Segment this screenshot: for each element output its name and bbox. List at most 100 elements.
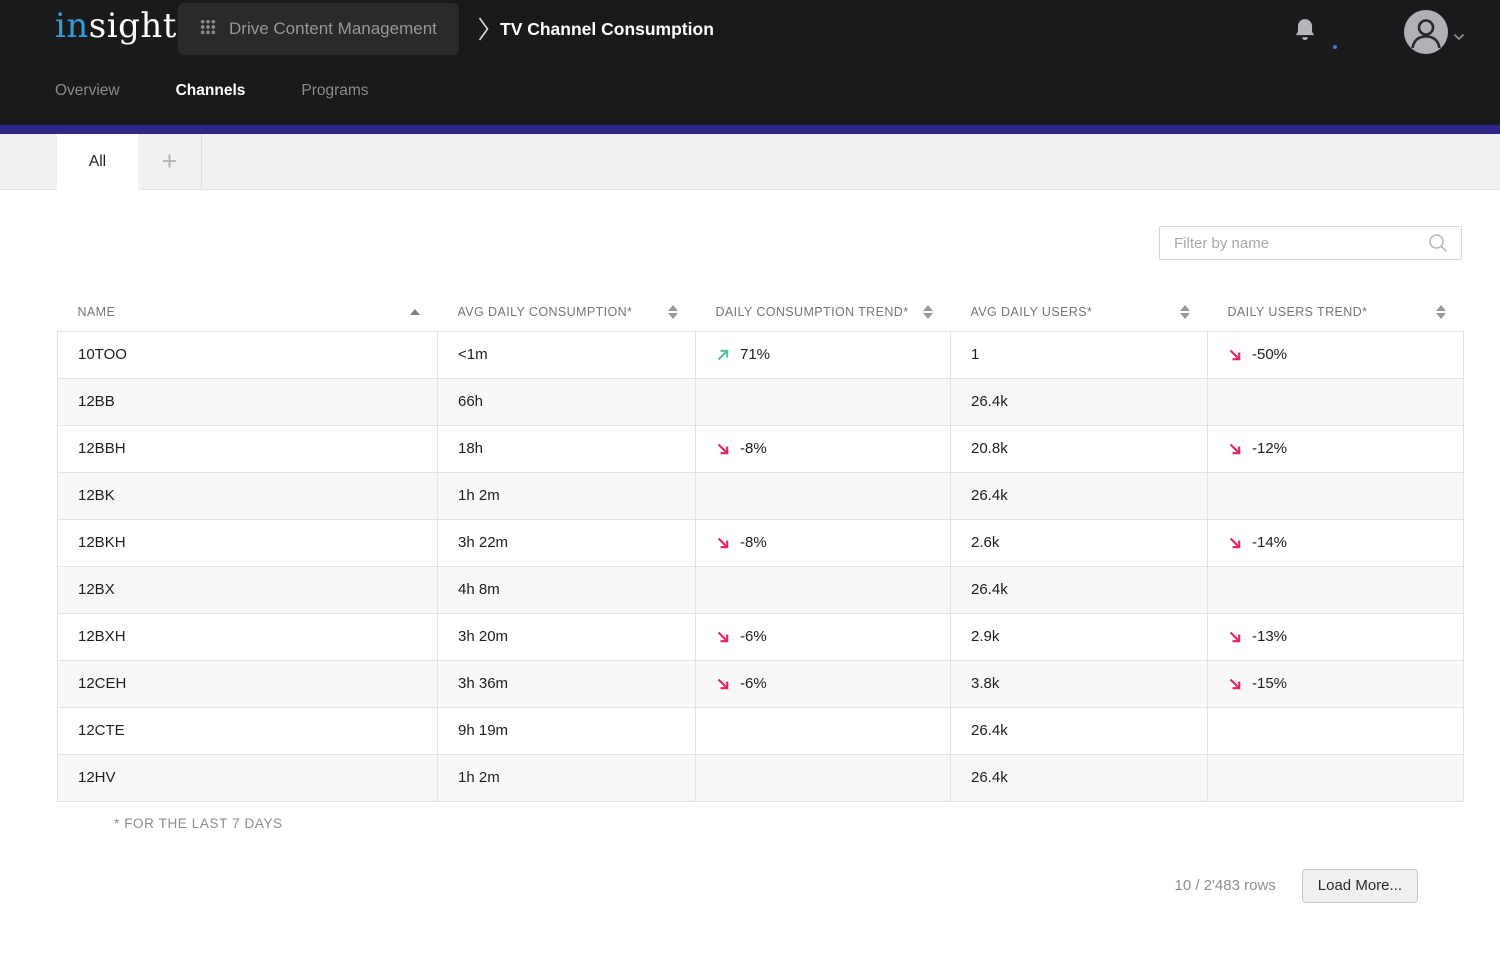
column-label: AVG DAILY CONSUMPTION* [458,305,633,319]
trend-value: -8% [740,440,767,457]
trend-down-arrow-icon [1228,348,1242,362]
trend-down-arrow-icon [716,536,730,550]
load-more-button[interactable]: Load More... [1302,869,1418,903]
chevron-down-icon[interactable] [1453,28,1465,46]
app-header: insight Drive Content Management TV Chan… [0,0,1500,125]
rows-count-info: 10 / 2'483 rows [1175,877,1276,894]
trend-down-arrow-icon [716,630,730,644]
cell-daily-consumption-trend: -8% [696,425,951,472]
filter-input[interactable] [1160,235,1427,252]
cell-name: 12BX [58,566,438,613]
filter-box [1159,226,1462,260]
cell-daily-users-trend: -14% [1208,519,1464,566]
cell-name: 12BKH [58,519,438,566]
insight-logo: insight [55,6,177,46]
column-header-name[interactable]: NAME [58,293,438,331]
table-row[interactable]: 12BB66h 26.4k [58,378,1464,425]
nav-item-programs[interactable]: Programs [301,82,368,100]
cell-avg-daily-consumption: 18h [438,425,696,472]
cell-daily-consumption-trend [696,707,951,754]
accent-bar [0,125,1500,134]
user-avatar[interactable] [1404,10,1448,54]
cell-name: 10TOO [58,331,438,378]
table-row[interactable]: 12BX4h 8m 26.4k [58,566,1464,613]
cell-avg-daily-users: 26.4k [951,566,1208,613]
cell-name: 12HV [58,754,438,801]
table-row[interactable]: 10TOO<1m71%1-50% [58,331,1464,378]
trend-down-arrow-icon [716,677,730,691]
sort-icon[interactable] [1436,305,1446,319]
add-tab-button[interactable]: + [138,134,202,189]
trend-value: -13% [1252,628,1287,645]
cell-avg-daily-consumption: 4h 8m [438,566,696,613]
cell-daily-users-trend: -12% [1208,425,1464,472]
tab-all[interactable]: All [57,134,138,190]
main-nav: Overview Channels Programs [55,82,369,100]
nav-item-overview[interactable]: Overview [55,82,120,100]
column-label: DAILY CONSUMPTION TREND* [716,305,909,319]
cell-avg-daily-consumption: 1h 2m [438,472,696,519]
trend-value: -50% [1252,346,1287,363]
cell-daily-users-trend: -50% [1208,331,1464,378]
trend-down-arrow-icon [1228,536,1242,550]
column-label: AVG DAILY USERS* [971,305,1093,319]
app-switcher-button[interactable]: Drive Content Management [178,3,459,55]
table-row[interactable]: 12BKH3h 22m-8%2.6k-14% [58,519,1464,566]
nav-item-channels[interactable]: Channels [176,82,246,100]
cell-daily-consumption-trend: -8% [696,519,951,566]
notifications-bell-icon[interactable] [1292,17,1318,49]
table-row[interactable]: 12BK1h 2m 26.4k [58,472,1464,519]
cell-avg-daily-users: 26.4k [951,378,1208,425]
cell-avg-daily-users: 3.8k [951,660,1208,707]
cell-avg-daily-consumption: 9h 19m [438,707,696,754]
cell-daily-consumption-trend: -6% [696,613,951,660]
trend-value: -6% [740,628,767,645]
trend-value: -14% [1252,534,1287,551]
trend-value: -15% [1252,675,1287,692]
cell-name: 12BB [58,378,438,425]
notification-dot [1333,45,1337,49]
column-header-daily-consumption-trend[interactable]: DAILY CONSUMPTION TREND* [696,293,951,331]
cell-daily-users-trend: -15% [1208,660,1464,707]
cell-avg-daily-users: 26.4k [951,707,1208,754]
column-header-daily-users-trend[interactable]: DAILY USERS TREND* [1208,293,1464,331]
cell-daily-users-trend [1208,472,1464,519]
column-label: NAME [78,305,116,319]
cell-avg-daily-users: 2.9k [951,613,1208,660]
channels-table: NAME AVG DAILY CONSUMPTION* DAILY CONSUMPT… [57,293,1464,802]
cell-name: 12BBH [58,425,438,472]
logo-suffix: sight [89,6,177,46]
cell-name: 12BK [58,472,438,519]
table-header-row: NAME AVG DAILY CONSUMPTION* DAILY CONSUMPT… [58,293,1464,331]
trend-value: -8% [740,534,767,551]
channels-table-wrap: NAME AVG DAILY CONSUMPTION* DAILY CONSUMPT… [0,190,1500,903]
breadcrumb-chevron-icon [478,16,489,47]
sort-icon[interactable] [1180,305,1190,319]
cell-name: 12BXH [58,613,438,660]
table-row[interactable]: 12BBH18h -8% 20.8k-12% [58,425,1464,472]
cell-avg-daily-users: 20.8k [951,425,1208,472]
cell-daily-users-trend [1208,566,1464,613]
sort-ascending-icon[interactable] [410,309,420,315]
table-row[interactable]: 12CTE9h 19m26.4k [58,707,1464,754]
trend-down-arrow-icon [1228,677,1242,691]
table-row[interactable]: 12CEH3h 36m-6%3.8k-15% [58,660,1464,707]
cell-avg-daily-users: 26.4k [951,472,1208,519]
cell-daily-users-trend: -13% [1208,613,1464,660]
cell-daily-consumption-trend: -6% [696,660,951,707]
page-title: TV Channel Consumption [500,19,714,40]
table-row[interactable]: 12BXH3h 20m -6% 2.9k -13% [58,613,1464,660]
cell-avg-daily-consumption: <1m [438,331,696,378]
trend-down-arrow-icon [1228,630,1242,644]
cell-avg-daily-consumption: 66h [438,378,696,425]
trend-down-arrow-icon [716,442,730,456]
cell-avg-daily-consumption: 3h 20m [438,613,696,660]
table-row[interactable]: 12HV1h 2m26.4k [58,754,1464,801]
sort-icon[interactable] [668,305,678,319]
cell-daily-consumption-trend [696,754,951,801]
sort-icon[interactable] [923,305,933,319]
app-switcher-label: Drive Content Management [229,19,437,39]
cell-avg-daily-users: 2.6k [951,519,1208,566]
column-header-avg-daily-consumption[interactable]: AVG DAILY CONSUMPTION* [438,293,696,331]
column-header-avg-daily-users[interactable]: AVG DAILY USERS* [951,293,1208,331]
